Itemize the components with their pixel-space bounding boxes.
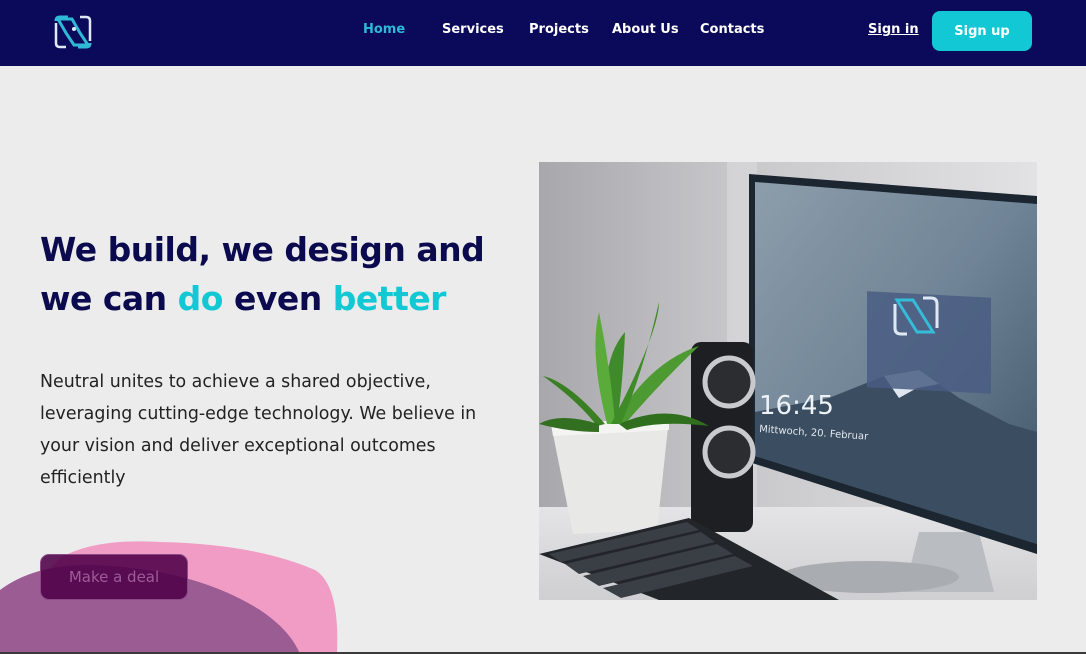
nav-services[interactable]: Services	[442, 22, 504, 42]
hero-photo: 16:45 Mittwoch, 20. Februar	[539, 162, 1037, 600]
hero-description: Neutral unites to achieve a shared objec…	[40, 372, 477, 488]
nav-projects[interactable]: Projects	[529, 22, 589, 42]
sign-up-button[interactable]: Sign up	[932, 11, 1032, 51]
nav-about-us[interactable]: About Us	[612, 22, 679, 42]
headline-line-1: We build, we design and	[40, 230, 485, 269]
headline-accent-better: better	[332, 279, 447, 318]
hero-headline: We build, we design and we can do even b…	[40, 225, 510, 323]
headline-accent-do: do	[177, 279, 224, 318]
screen-clock-time: 16:45	[759, 391, 834, 421]
nav-home[interactable]: Home	[363, 22, 405, 42]
top-navbar: Home Services Projects About Us Contacts…	[0, 0, 1086, 66]
headline-part-we-can: we can	[40, 279, 178, 318]
sign-in-link[interactable]: Sign in	[868, 22, 919, 37]
nav-contacts[interactable]: Contacts	[700, 22, 764, 42]
headline-part-even: even	[222, 279, 333, 318]
make-a-deal-button[interactable]: Make a deal	[40, 554, 188, 600]
brand-logo-icon[interactable]	[52, 13, 94, 51]
